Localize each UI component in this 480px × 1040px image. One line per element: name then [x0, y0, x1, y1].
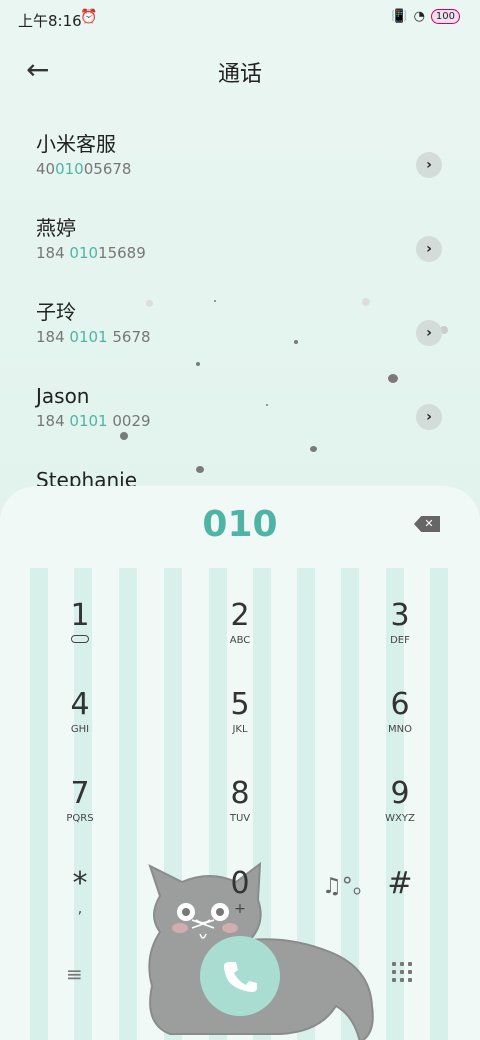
key-letters: ABC	[229, 635, 251, 646]
status-time: 上午8:16	[18, 12, 82, 30]
key-1[interactable]: 1	[20, 598, 140, 678]
key-digit: 3	[390, 598, 410, 633]
number-part: 15689	[98, 244, 146, 262]
key-8[interactable]: 8 TUV	[180, 776, 300, 856]
phone-icon	[224, 962, 257, 992]
number-part: 184	[36, 412, 70, 430]
key-letters: +	[234, 901, 246, 917]
contact-list[interactable]: 小米客服 4001005678 › 燕婷 184 01015689 › 子玲 1…	[0, 118, 480, 490]
voicemail-icon	[71, 635, 89, 643]
dialed-number: 010	[202, 504, 278, 545]
key-2[interactable]: 2 ABC	[180, 598, 300, 678]
key-digit: 5	[230, 687, 250, 722]
wifi-icon: ◔	[413, 9, 425, 24]
key-0[interactable]: 0 +	[180, 866, 300, 946]
key-digit: 1	[70, 598, 90, 633]
list-item[interactable]: 燕婷 184 01015689 ›	[36, 214, 446, 284]
number-part: 184	[36, 244, 70, 262]
key-digit: 0	[230, 866, 250, 901]
number-match: 010	[55, 160, 84, 178]
key-letters: TUV	[229, 813, 251, 824]
header: ← 通话	[0, 40, 480, 104]
menu-icon[interactable]: ≡	[66, 962, 88, 986]
vibrate-icon: 📳	[391, 9, 408, 24]
key-digit: 9	[390, 776, 410, 811]
key-letters: PQRS	[66, 813, 94, 824]
list-item[interactable]: Jason 184 0101 0029 ›	[36, 382, 446, 452]
key-6[interactable]: 6 MNO	[340, 687, 460, 767]
number-match: 010	[69, 244, 99, 262]
key-digit: 4	[70, 687, 90, 722]
key-digit: 2	[230, 598, 250, 633]
key-3[interactable]: 3 DEF	[340, 598, 460, 678]
key-4[interactable]: 4 GHI	[20, 687, 140, 767]
key-digit: 8	[230, 776, 250, 811]
key-digit: #	[387, 866, 413, 901]
number-part: 5678	[107, 328, 151, 346]
key-digit: 7	[70, 776, 90, 811]
alarm-icon: ⏰	[80, 9, 98, 25]
contact-name: 小米客服	[36, 132, 116, 156]
chevron-right-icon[interactable]: ›	[416, 320, 442, 346]
battery-icon: 100	[430, 9, 460, 24]
key-hash[interactable]: #	[340, 866, 460, 946]
status-icons: 📳 ◔ 100	[391, 9, 460, 24]
key-letters: DEF	[390, 635, 410, 646]
chevron-right-icon[interactable]: ›	[416, 404, 442, 430]
key-letters: JKL	[232, 724, 248, 735]
keypad-icon[interactable]	[392, 962, 412, 982]
contact-number: 184 0101 5678	[36, 326, 446, 348]
number-part: 40	[36, 160, 56, 178]
chevron-right-icon[interactable]: ›	[416, 152, 442, 178]
number-part: 0029	[107, 412, 151, 430]
contact-number: 184 01015689	[36, 242, 446, 264]
status-bar: 上午8:16 ⏰ 📳 ◔ 100	[0, 0, 480, 40]
page-title: 通话	[217, 62, 262, 87]
contact-number: 184 0101 0029	[36, 410, 446, 432]
list-item[interactable]: 子玲 184 0101 5678 ›	[36, 298, 446, 368]
key-letters: MNO	[388, 724, 412, 735]
number-match: 0101	[69, 328, 108, 346]
key-9[interactable]: 9 WXYZ	[340, 776, 460, 856]
key-digit: *	[72, 866, 88, 901]
number-part: 184	[36, 328, 70, 346]
chevron-right-icon[interactable]: ›	[416, 236, 442, 262]
contact-name: Jason	[36, 384, 90, 408]
number-match: 0101	[69, 412, 108, 430]
contact-name: 燕婷	[36, 216, 76, 240]
key-letters: GHI	[70, 724, 90, 735]
key-digit: 6	[390, 687, 410, 722]
list-item[interactable]: 小米客服 4001005678 ›	[36, 130, 446, 200]
key-letters: WXYZ	[385, 813, 415, 824]
number-part: 05678	[83, 160, 132, 178]
key-star[interactable]: * ,	[20, 866, 140, 946]
key-7[interactable]: 7 PQRS	[20, 776, 140, 856]
dialpad-panel: 010 ✕ 1 2 ABC 3 DEF 4 GHI 5 JKL 6 MNO 7 …	[0, 486, 480, 1040]
key-letters: ,	[77, 901, 83, 917]
call-button[interactable]	[200, 936, 280, 1016]
key-5[interactable]: 5 JKL	[180, 687, 300, 767]
contact-number: 4001005678	[36, 158, 446, 180]
contact-name: 子玲	[36, 300, 76, 324]
